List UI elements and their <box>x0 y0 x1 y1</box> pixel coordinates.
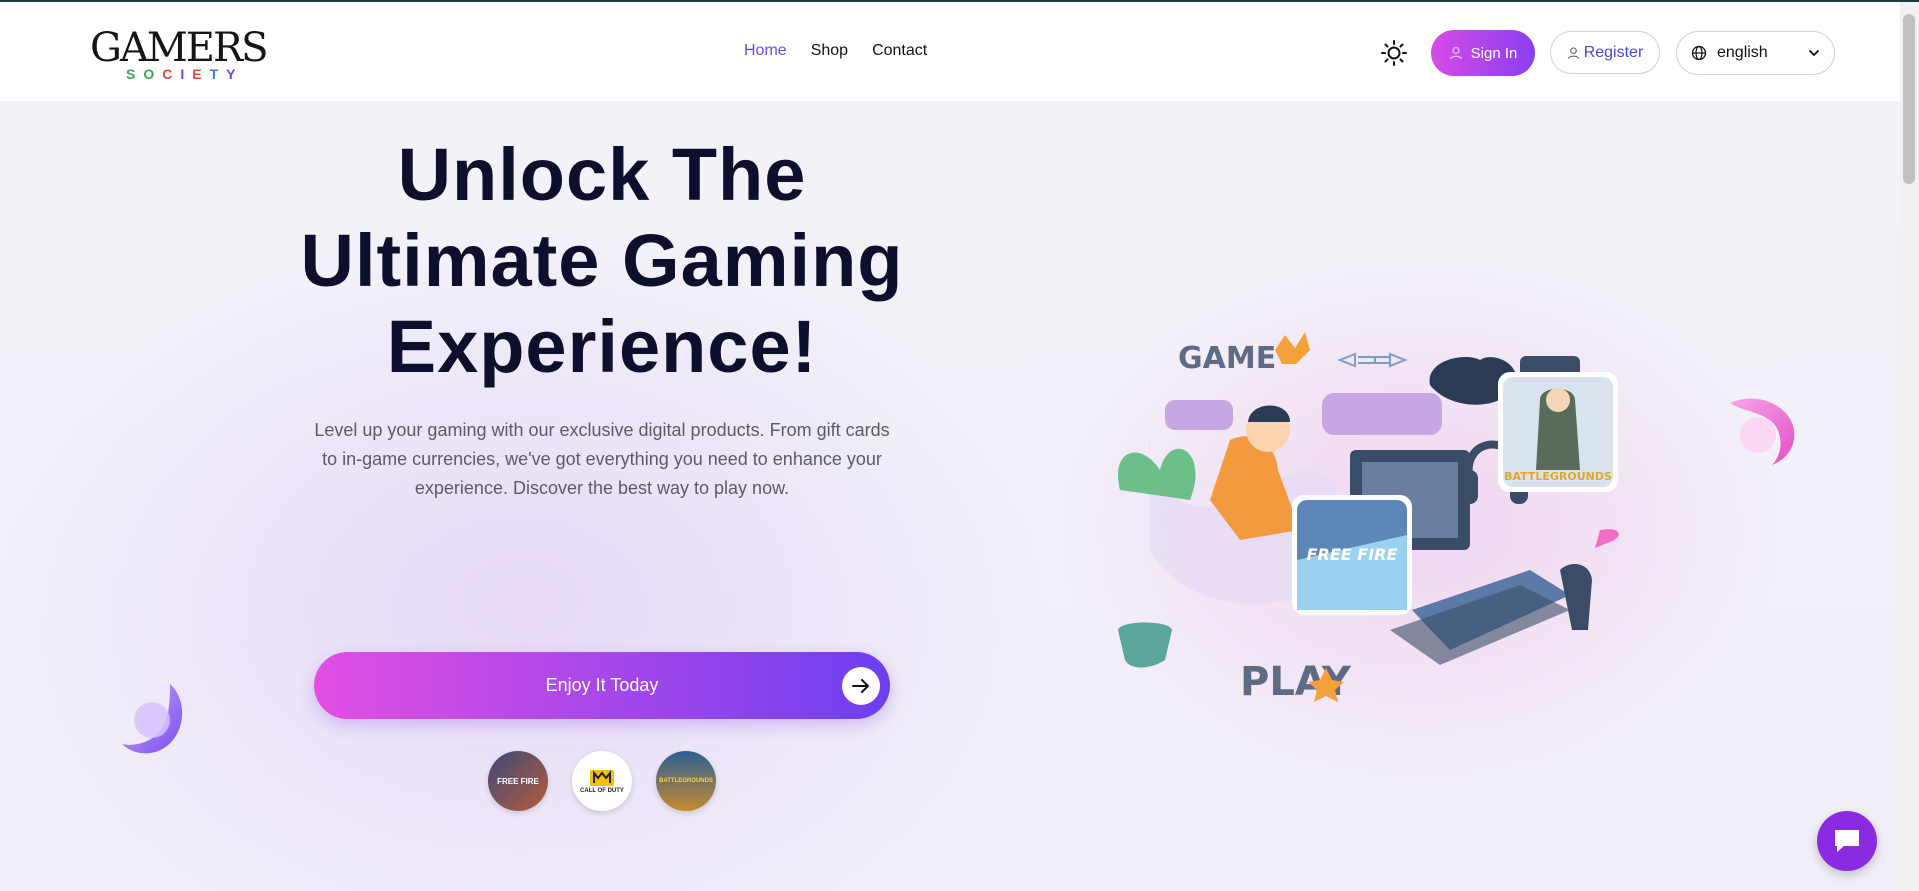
game-pubg[interactable]: BATTLEGROUNDS <box>656 751 716 811</box>
logo-subtitle: SOCIETY <box>126 66 244 82</box>
user-icon <box>1567 46 1579 59</box>
game-label: CALL OF DUTY <box>580 788 624 794</box>
cup-icon <box>1118 622 1172 668</box>
chat-icon <box>1835 830 1859 852</box>
arrow-right-icon <box>842 667 880 705</box>
crescent-decoration <box>122 684 183 754</box>
game-call-of-duty[interactable]: CALL OF DUTY <box>572 751 632 811</box>
language-select[interactable]: english <box>1676 31 1835 75</box>
scrollbar-thumb[interactable] <box>1903 14 1915 184</box>
site-logo[interactable]: GAMERS SOCIETY <box>90 25 269 84</box>
nav-contact[interactable]: Contact <box>872 42 927 60</box>
chat-bubble-icon <box>1322 393 1442 435</box>
illustration-game-text: GAME <box>1178 341 1276 376</box>
arrow-left-icon <box>1337 352 1376 368</box>
gaming-illustration: GAME PLAY FREE FIRE BATTLEGROUNDS <box>1118 332 1619 705</box>
chat-button[interactable] <box>1817 811 1877 871</box>
chat-bubble-icon <box>1165 400 1233 430</box>
chevron-down-icon <box>1809 50 1819 57</box>
logo-letter: T <box>209 66 227 82</box>
main-nav: Home Shop Contact <box>744 42 927 60</box>
game-label: FREE FIRE <box>497 776 539 786</box>
card-free-fire-label: FREE FIRE <box>1307 545 1398 564</box>
register-label: Register <box>1583 43 1644 61</box>
logo-letter: O <box>143 66 163 82</box>
ring-decoration <box>1730 398 1795 465</box>
nav-home[interactable]: Home <box>744 42 787 60</box>
hero-title: Unlock The Ultimate Gaming Experience! <box>300 133 904 388</box>
game-label: BATTLEGROUNDS <box>659 778 713 784</box>
nav-shop[interactable]: Shop <box>811 42 848 60</box>
register-button[interactable]: Register <box>1550 31 1660 74</box>
sign-in-button[interactable]: Sign In <box>1431 30 1535 76</box>
sign-in-label: Sign In <box>1470 44 1518 62</box>
globe-icon <box>1691 45 1707 61</box>
logo-wordmark: GAMERS <box>90 25 269 71</box>
sun-icon[interactable] <box>1380 39 1408 67</box>
cta-label: Enjoy It Today <box>545 675 659 695</box>
user-icon <box>1449 46 1462 60</box>
cod-logo-icon <box>590 770 614 786</box>
enjoy-it-today-button[interactable]: Enjoy It Today <box>314 652 890 719</box>
language-value: english <box>1717 44 1768 61</box>
card-free-fire: FREE FIRE <box>1292 495 1412 615</box>
logo-letter: I <box>180 66 193 82</box>
logo-letter: S <box>126 66 144 82</box>
logo-letter: C <box>162 66 181 82</box>
site-header: GAMERS SOCIETY Home Shop Contact Sign In <box>0 2 1900 101</box>
plant-leaves <box>1118 448 1196 500</box>
logo-letter: E <box>192 66 210 82</box>
game-free-fire[interactable]: FREE FIRE <box>488 751 548 811</box>
swirl-decoration <box>1595 529 1619 548</box>
card-battlegrounds-label: BATTLEGROUNDS <box>1504 470 1612 483</box>
logo-letter: Y <box>226 66 244 82</box>
crown-icon <box>1275 332 1310 364</box>
hero-description: Level up your gaming with our exclusive … <box>314 420 890 498</box>
card-battlegrounds: BATTLEGROUNDS <box>1498 372 1618 492</box>
